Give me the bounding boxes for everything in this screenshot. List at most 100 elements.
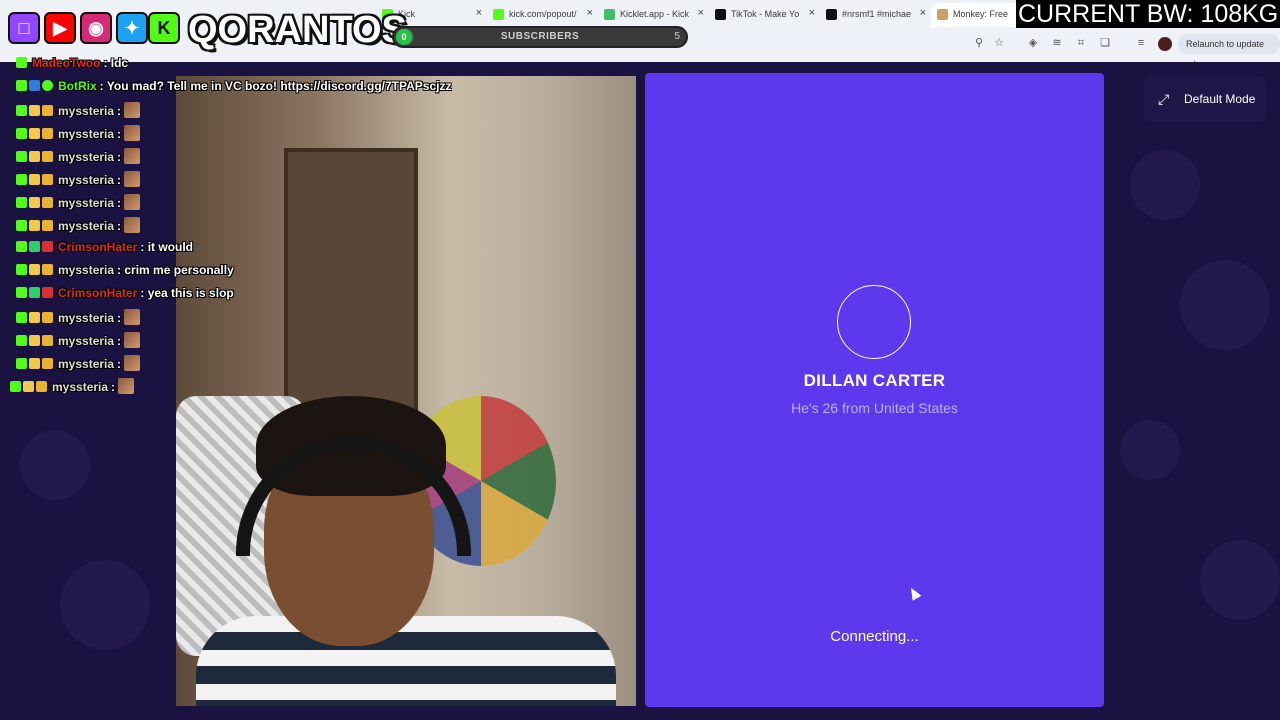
chat-text: : bbox=[117, 104, 122, 118]
chat-username[interactable]: CrimsonHater bbox=[58, 240, 137, 254]
chat-badge-icon bbox=[42, 335, 53, 346]
chat-username[interactable]: myssteria bbox=[58, 196, 114, 210]
audio-icon[interactable]: ⌗ bbox=[1072, 34, 1090, 52]
tab-favicon-icon bbox=[493, 9, 504, 20]
chat-username[interactable]: myssteria bbox=[58, 173, 114, 187]
chat-username[interactable]: myssteria bbox=[58, 104, 114, 118]
browser-tab[interactable]: #nrsmf1 #michae × bbox=[820, 3, 930, 27]
tab-label: Kicklet.app - Kick bbox=[620, 9, 690, 19]
relaunch-button[interactable]: Relaunch to update ⋮ bbox=[1178, 34, 1280, 69]
chat-badge-icon bbox=[16, 197, 27, 208]
chat-badge-icon bbox=[29, 358, 40, 369]
tab-close-icon[interactable]: × bbox=[476, 7, 482, 19]
browser-tab[interactable]: TikTok - Make Yo × bbox=[709, 3, 819, 27]
chat-badge-icon bbox=[23, 381, 34, 392]
connection-status: Connecting... bbox=[830, 628, 919, 645]
instagram-icon: ◉ bbox=[80, 12, 112, 44]
chat-message: myssteria: crim me personally bbox=[16, 263, 234, 283]
chat-text: : yea this is slop bbox=[140, 286, 234, 300]
chat-username[interactable]: myssteria bbox=[52, 380, 108, 394]
chat-badge-icon bbox=[42, 128, 53, 139]
chat-badge-icon bbox=[42, 264, 53, 275]
browser-tab[interactable]: Kicklet.app - Kick × bbox=[598, 3, 708, 27]
chat-badge-icon bbox=[16, 241, 27, 252]
chat-username[interactable]: myssteria bbox=[58, 219, 114, 233]
tab-close-icon[interactable]: × bbox=[587, 7, 593, 19]
chat-badge-icon bbox=[16, 358, 27, 369]
chat-username[interactable]: myssteria bbox=[58, 311, 114, 325]
chat-message: MadeoTwoo: Idc bbox=[16, 56, 128, 76]
chat-message: myssteria: bbox=[10, 378, 135, 398]
chat-message: myssteria: bbox=[16, 102, 141, 122]
streamer-banner: □ ▶ ◉ ✦ K QORANTOS bbox=[8, 8, 407, 52]
chat-badge-icon bbox=[29, 174, 40, 185]
chat-text: : bbox=[117, 311, 122, 325]
tab-close-icon[interactable]: × bbox=[809, 7, 815, 19]
person-shirt bbox=[196, 616, 616, 706]
chat-badge-icon bbox=[16, 128, 27, 139]
chat-badge-icon bbox=[42, 174, 53, 185]
profile-avatar[interactable] bbox=[1158, 37, 1172, 51]
chat-badge-icon bbox=[42, 241, 53, 252]
chat-username[interactable]: myssteria bbox=[58, 127, 114, 141]
media-controls-icon[interactable]: ≡ bbox=[1132, 34, 1150, 52]
match-subtitle: He's 26 from United States bbox=[791, 400, 958, 416]
chat-message: myssteria: bbox=[16, 332, 141, 352]
zoom-icon[interactable]: ⚲ bbox=[970, 34, 988, 52]
chat-username[interactable]: myssteria bbox=[58, 263, 114, 277]
chat-emote-icon bbox=[124, 194, 141, 210]
chat-emote-icon bbox=[124, 102, 141, 118]
chat-username[interactable]: BotRix bbox=[58, 79, 97, 93]
chat-badge-icon bbox=[29, 335, 40, 346]
chat-badge-icon bbox=[29, 105, 40, 116]
tab-label: #nrsmf1 #michae bbox=[842, 9, 912, 19]
puzzle-extensions-icon[interactable]: ❏ bbox=[1096, 34, 1114, 52]
chat-message: myssteria: bbox=[16, 355, 141, 375]
bookmark-star-icon[interactable]: ☆ bbox=[990, 34, 1008, 52]
chat-badge-icon bbox=[29, 241, 40, 252]
chat-badge-icon bbox=[42, 220, 53, 231]
translate-icon[interactable]: ≋ bbox=[1048, 34, 1066, 52]
avatar-placeholder bbox=[837, 285, 911, 359]
chat-badge-icon bbox=[42, 312, 53, 323]
chat-text: : Idc bbox=[103, 56, 129, 70]
chat-badge-icon bbox=[42, 151, 53, 162]
bandwidth-readout: CURRENT BW: 108KG bbox=[1016, 0, 1280, 28]
chat-badge-icon bbox=[29, 220, 40, 231]
chat-message: BotRix: You mad? Tell me in VC bozo! htt… bbox=[16, 79, 451, 99]
chat-badge-icon bbox=[29, 264, 40, 275]
tab-close-icon[interactable]: × bbox=[698, 7, 704, 19]
tab-label: Monkey: Free bbox=[953, 9, 1009, 19]
chat-text: : crim me personally bbox=[117, 263, 234, 277]
tab-close-icon[interactable]: × bbox=[920, 7, 926, 19]
chat-username[interactable]: myssteria bbox=[58, 150, 114, 164]
chat-badge-icon bbox=[29, 197, 40, 208]
chat-username[interactable]: myssteria bbox=[58, 334, 114, 348]
kebab-menu-icon[interactable]: ⋮ bbox=[1190, 59, 1199, 69]
collapse-arrows-icon: ⤢ bbox=[1158, 91, 1170, 107]
chat-badge-icon bbox=[29, 287, 40, 298]
subscriber-label: SUBSCRIBERS bbox=[500, 31, 580, 42]
chat-badge-icon bbox=[16, 151, 27, 162]
mouse-cursor-icon bbox=[906, 585, 922, 601]
default-mode-button[interactable]: ⤢ Default Mode bbox=[1144, 76, 1266, 122]
chat-badge-icon bbox=[29, 80, 40, 91]
chat-text: : bbox=[111, 380, 116, 394]
chat-username[interactable]: myssteria bbox=[58, 357, 114, 371]
chat-badge-icon bbox=[10, 381, 21, 392]
chat-username[interactable]: CrimsonHater bbox=[58, 286, 137, 300]
chat-emote-icon bbox=[124, 217, 141, 233]
chat-overlay: MadeoTwoo: Idc BotRix: You mad? Tell me i… bbox=[0, 56, 480, 396]
relaunch-label: Relaunch to update bbox=[1186, 39, 1265, 49]
extension-icon[interactable]: ◈ bbox=[1024, 34, 1042, 52]
chat-username[interactable]: MadeoTwoo bbox=[32, 56, 100, 70]
tab-favicon-icon bbox=[715, 9, 726, 20]
browser-tab[interactable]: kick.com/popout/ × bbox=[487, 3, 597, 27]
chat-badge-icon bbox=[29, 151, 40, 162]
chat-badge-icon bbox=[36, 381, 47, 392]
chat-badge-icon bbox=[29, 312, 40, 323]
chat-message: CrimsonHater: it would bbox=[16, 240, 193, 260]
default-mode-label: Default Mode bbox=[1184, 92, 1256, 106]
chat-badge-icon bbox=[16, 312, 27, 323]
chat-emote-icon bbox=[124, 125, 141, 141]
